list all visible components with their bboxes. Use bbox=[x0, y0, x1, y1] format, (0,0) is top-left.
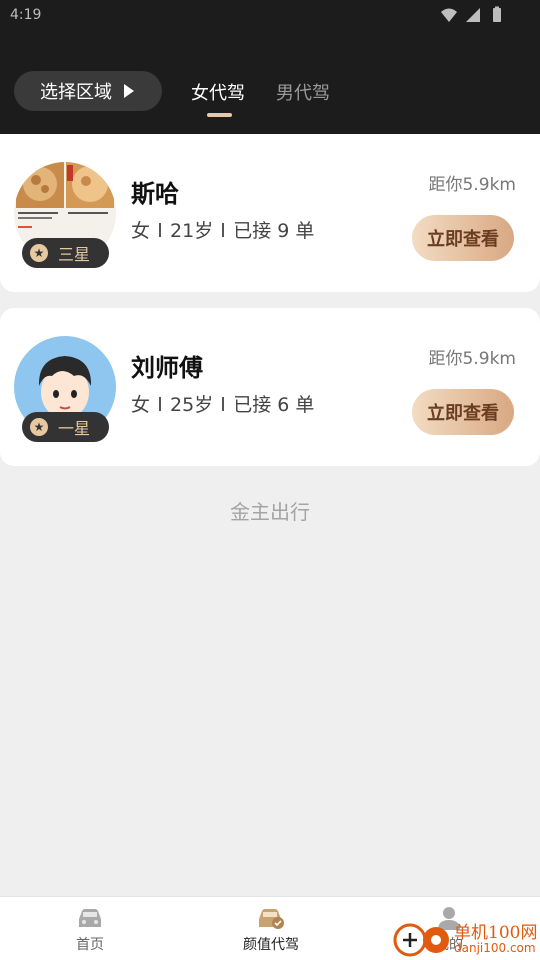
driver-gender: 女 bbox=[131, 220, 151, 242]
driver-card[interactable]: ★ 三星 斯哈 女 21岁 已接 9 单 距你5.9km 立即查看 bbox=[0, 134, 540, 292]
view-now-button[interactable]: 立即查看 bbox=[412, 215, 514, 261]
nav-item-home[interactable]: 首页 bbox=[30, 905, 150, 954]
watermark-line1: 单机100网 bbox=[454, 923, 538, 943]
divider bbox=[159, 222, 162, 237]
driver-meta: 女 25岁 已接 6 单 bbox=[131, 390, 314, 417]
signal-icon bbox=[466, 8, 480, 22]
star-icon: ★ bbox=[30, 418, 48, 436]
rank-label: 三星 bbox=[58, 245, 91, 264]
driver-age: 21岁 bbox=[170, 220, 214, 242]
watermark-line2: danji100.com bbox=[454, 941, 536, 955]
divider bbox=[159, 396, 162, 411]
driver-orders: 已接 6 单 bbox=[233, 394, 315, 416]
driver-name: 斯哈 bbox=[131, 180, 179, 208]
status-bar: 4:19 bbox=[0, 0, 540, 32]
divider bbox=[222, 222, 225, 237]
driver-name: 刘师傅 bbox=[131, 354, 203, 382]
select-region-button[interactable]: 选择区域 bbox=[14, 71, 162, 111]
nav-label: 首页 bbox=[76, 937, 104, 953]
select-region-label: 选择区域 bbox=[40, 82, 112, 103]
wifi-icon bbox=[441, 8, 457, 22]
brand-footer-text: 金主出行 bbox=[230, 500, 310, 524]
driver-distance: 距你5.9km bbox=[428, 349, 516, 369]
nav-item-beauty-driver[interactable]: 颜值代驾 bbox=[211, 905, 331, 954]
tab-female-driver[interactable]: 女代驾 bbox=[191, 79, 245, 105]
car-icon bbox=[79, 909, 101, 927]
divider bbox=[222, 396, 225, 411]
view-now-button[interactable]: 立即查看 bbox=[412, 389, 514, 435]
rank-badge: ★ 一星 bbox=[22, 412, 109, 442]
tab-male-driver[interactable]: 男代驾 bbox=[276, 79, 330, 105]
play-triangle-icon bbox=[124, 84, 134, 98]
site-watermark: 单机100网 danji100.com bbox=[392, 916, 540, 960]
rank-label: 一星 bbox=[58, 419, 91, 438]
status-time: 4:19 bbox=[10, 7, 42, 23]
driver-orders: 已接 9 单 bbox=[233, 220, 315, 242]
rank-badge: ★ 三星 bbox=[22, 238, 109, 268]
battery-icon bbox=[493, 6, 501, 22]
watermark-logo-icon bbox=[393, 923, 449, 957]
driver-meta: 女 21岁 已接 9 单 bbox=[131, 216, 314, 243]
tab-active-indicator bbox=[207, 113, 232, 117]
status-icons bbox=[440, 6, 506, 24]
driver-age: 25岁 bbox=[170, 394, 214, 416]
car-service-icon bbox=[259, 909, 284, 929]
driver-gender: 女 bbox=[131, 394, 151, 416]
top-header: 4:19 选择区域 女代驾 男代驾 bbox=[0, 0, 540, 134]
star-icon: ★ bbox=[30, 244, 48, 262]
driver-card[interactable]: ★ 一星 刘师傅 女 25岁 已接 6 单 距你5.9km 立即查看 bbox=[0, 308, 540, 466]
driver-distance: 距你5.9km bbox=[428, 175, 516, 195]
nav-label: 颜值代驾 bbox=[243, 937, 299, 953]
